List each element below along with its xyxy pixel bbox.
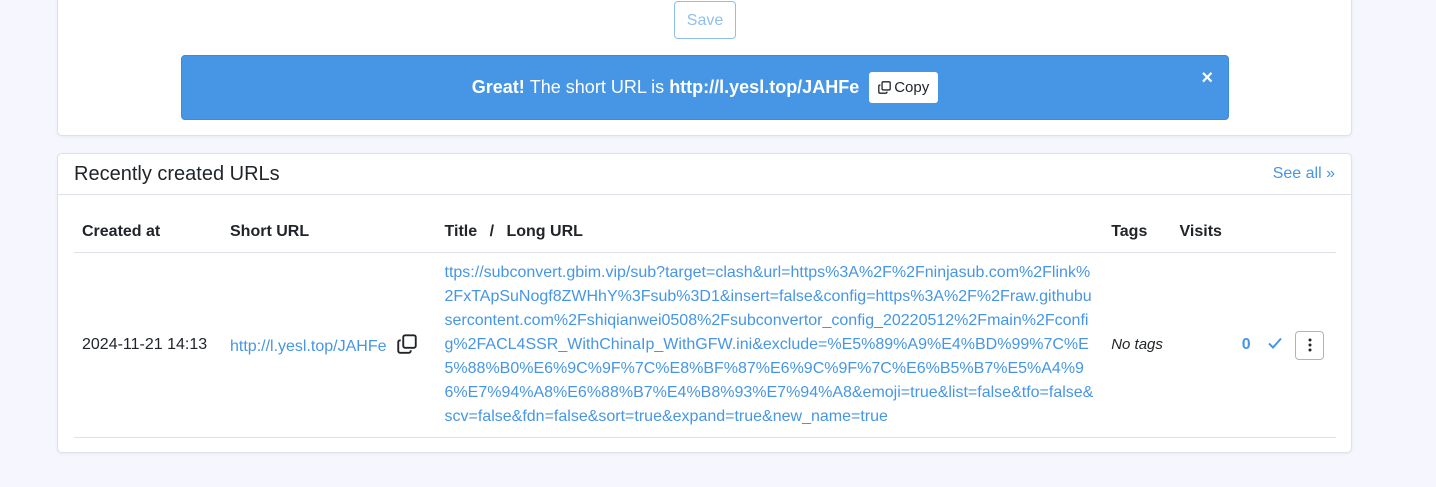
column-title-long-url: Title / Long URL: [436, 211, 1104, 253]
close-icon[interactable]: ×: [1201, 68, 1213, 88]
see-all-link[interactable]: See all »: [1273, 165, 1335, 183]
card-header: Recently created URLs See all »: [58, 154, 1351, 195]
created-at-cell: 2024-11-21 14:13: [74, 252, 222, 438]
long-url-link[interactable]: ttps://subconvert.gbim.vip/sub?target=cl…: [445, 261, 1096, 429]
visits-cell: 0: [1171, 252, 1288, 438]
copy-button-label: Copy: [894, 79, 930, 96]
row-actions-button[interactable]: [1295, 330, 1325, 360]
check-icon: [1268, 337, 1282, 349]
column-created-at[interactable]: Created at: [74, 211, 222, 253]
no-tags-label: No tags: [1111, 336, 1163, 353]
column-actions: [1287, 211, 1336, 253]
column-visits[interactable]: Visits: [1171, 211, 1288, 253]
copy-button[interactable]: Copy: [869, 72, 939, 103]
card-title: Recently created URLs: [74, 162, 280, 185]
alert-text: The short URL is: [529, 77, 665, 97]
table-header-row: Created at Short URL Title / Long URL Ta…: [74, 211, 1336, 253]
recent-urls-table: Created at Short URL Title / Long URL Ta…: [74, 211, 1336, 438]
column-long-url[interactable]: Long URL: [506, 223, 582, 240]
column-tags: Tags: [1103, 211, 1172, 253]
kebab-menu-icon: [1308, 338, 1312, 352]
alert-strong: Great!: [471, 77, 525, 97]
create-url-card: Save Great! The short URL is http://l.ye…: [57, 0, 1352, 136]
success-alert: Great! The short URL is http://l.yesl.to…: [181, 55, 1229, 120]
recent-urls-card: Recently created URLs See all » Created …: [57, 153, 1352, 453]
long-url-cell: ttps://subconvert.gbim.vip/sub?target=cl…: [436, 252, 1104, 438]
visits-count[interactable]: 0: [1242, 336, 1251, 353]
copy-icon[interactable]: [397, 334, 417, 354]
column-short-url[interactable]: Short URL: [222, 211, 437, 253]
alert-short-url: http://l.yesl.top/JAHFe: [669, 77, 860, 97]
short-url-link[interactable]: http://l.yesl.top/JAHFe: [230, 338, 387, 355]
tags-cell: No tags: [1103, 252, 1172, 438]
actions-cell: [1287, 252, 1336, 438]
save-button[interactable]: Save: [674, 1, 736, 39]
short-url-cell: http://l.yesl.top/JAHFe: [222, 252, 437, 438]
table-row: 2024-11-21 14:13 http://l.yesl.top/JAHFe…: [74, 252, 1336, 438]
column-separator: /: [489, 222, 495, 240]
column-title[interactable]: Title: [445, 223, 478, 240]
copy-icon: [878, 81, 892, 94]
